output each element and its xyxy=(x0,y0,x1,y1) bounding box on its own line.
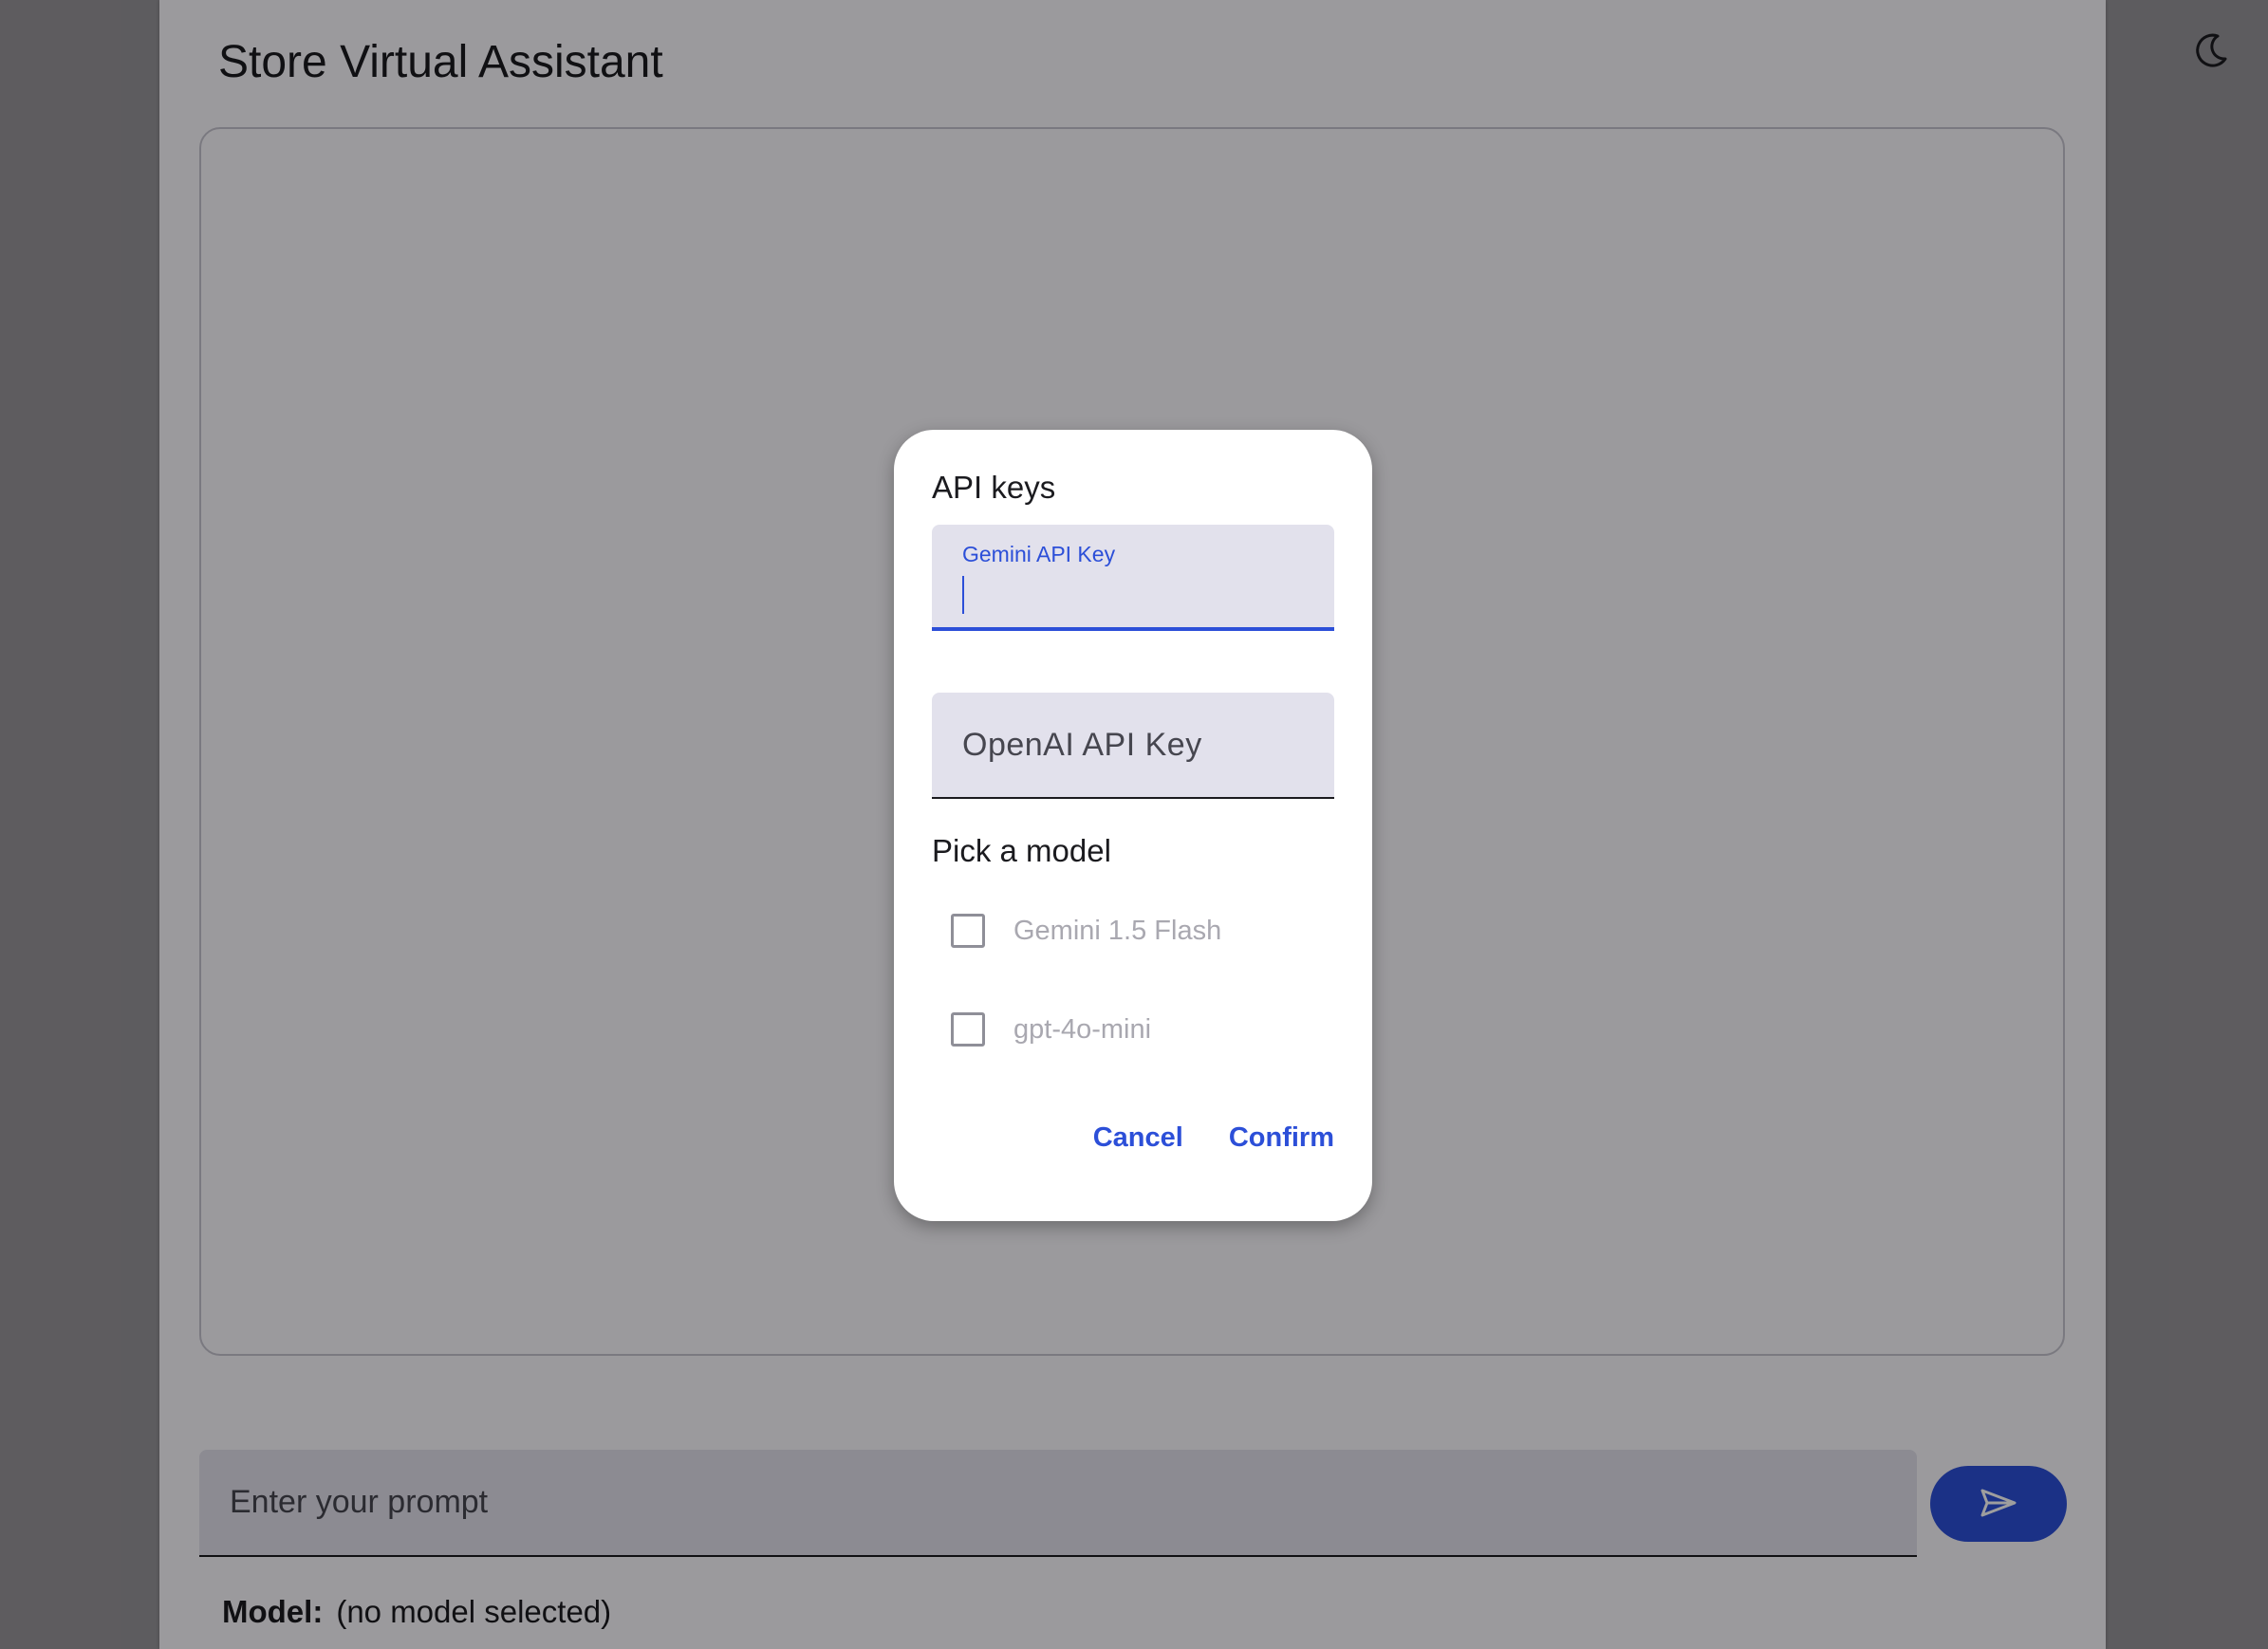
cancel-button[interactable]: Cancel xyxy=(1093,1122,1183,1154)
model-option-label: Gemini 1.5 Flash xyxy=(1013,915,1222,946)
page: Store Virtual Assistant Model: (no model… xyxy=(0,0,2268,1649)
model-option-label: gpt-4o-mini xyxy=(1013,1013,1152,1045)
text-caret xyxy=(962,576,964,614)
model-option-gpt[interactable]: gpt-4o-mini xyxy=(951,1012,1151,1047)
dialog-actions: Cancel Confirm xyxy=(1093,1122,1334,1154)
checkbox[interactable] xyxy=(951,1012,985,1047)
api-keys-dialog: API keys Gemini API Key OpenAI API Key P… xyxy=(894,430,1372,1221)
gemini-api-key-label: Gemini API Key xyxy=(962,542,1116,566)
model-option-gemini[interactable]: Gemini 1.5 Flash xyxy=(951,914,1221,948)
openai-api-key-field[interactable]: OpenAI API Key xyxy=(932,693,1334,799)
openai-api-key-label: OpenAI API Key xyxy=(962,727,1202,763)
dialog-title: API keys xyxy=(932,470,1056,505)
confirm-button[interactable]: Confirm xyxy=(1229,1122,1334,1154)
pick-model-label: Pick a model xyxy=(932,833,1111,868)
gemini-api-key-field[interactable]: Gemini API Key xyxy=(932,525,1334,631)
checkbox[interactable] xyxy=(951,914,985,948)
